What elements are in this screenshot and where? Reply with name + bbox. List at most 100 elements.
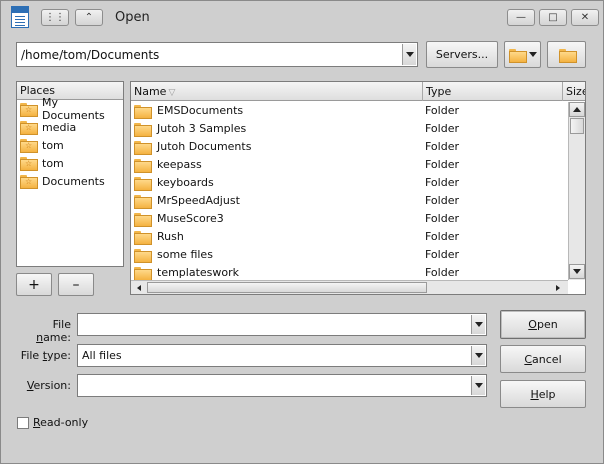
file-type: Folder (425, 230, 459, 243)
label-mnemonic: n (36, 331, 44, 344)
label-part: File (52, 318, 71, 331)
file-name-combobox[interactable] (77, 313, 487, 336)
close-button[interactable]: ✕ (571, 9, 599, 26)
folder-up-icon (508, 48, 527, 63)
horizontal-scroll-thumb[interactable] (147, 282, 427, 293)
maximize-icon: □ (548, 12, 558, 23)
label-part: ersion: (33, 379, 72, 392)
file-row[interactable]: MuseScore3 Folder (131, 210, 568, 228)
file-row[interactable]: some files Folder (131, 246, 568, 264)
writer-document-icon (11, 6, 29, 28)
label-part: File (20, 349, 43, 362)
place-item-tom-2[interactable]: ☆ tom (17, 154, 123, 172)
file-type: Folder (425, 266, 459, 279)
vertical-scroll-thumb[interactable] (570, 118, 584, 134)
file-row[interactable]: Jutoh Documents Folder (131, 138, 568, 156)
folder-icon (134, 122, 152, 137)
folder-icon (134, 248, 152, 263)
chevron-down-icon (474, 353, 483, 358)
file-type: Folder (425, 212, 459, 225)
label-part: ype: (47, 349, 71, 362)
file-row[interactable]: Rush Folder (131, 228, 568, 246)
new-folder-button[interactable] (547, 41, 586, 68)
minus-icon: – (72, 276, 80, 293)
open-label: pen (536, 318, 558, 331)
file-name: keyboards (157, 176, 214, 189)
shade-button[interactable]: ⌃ (75, 9, 103, 26)
title-bar[interactable]: ⋮⋮ ⌃ Open — □ ✕ (1, 1, 603, 35)
minimize-button[interactable]: — (507, 9, 535, 26)
scroll-down-button[interactable] (569, 264, 585, 279)
chevron-down-icon (474, 383, 483, 388)
place-item-my-documents[interactable]: ☆ My Documents (17, 96, 123, 122)
open-dialog: ⋮⋮ ⌃ Open — □ ✕ /home/tom/Documents Serv… (0, 0, 604, 464)
column-header-name[interactable]: Name ▽ (131, 82, 423, 101)
column-name-label: Name (134, 85, 167, 98)
window-title: Open (115, 10, 150, 25)
column-type-label: Type (426, 85, 452, 98)
read-only-label[interactable]: Read-only (33, 416, 88, 429)
sort-indicator-icon: ▽ (168, 88, 176, 98)
column-header-type[interactable]: Type (423, 82, 563, 101)
file-name-label: File name: (15, 318, 71, 344)
chevron-up-icon (573, 107, 581, 112)
servers-button[interactable]: Servers... (426, 41, 498, 68)
place-item-documents[interactable]: ☆ Documents (17, 172, 123, 190)
file-type-dropdown-button[interactable] (471, 346, 485, 365)
help-button[interactable]: Help (500, 380, 586, 408)
read-only-checkbox[interactable] (17, 417, 29, 429)
chevron-right-icon (556, 284, 560, 291)
file-type-value: All files (82, 349, 122, 362)
folder-icon (134, 140, 152, 155)
file-type: Folder (425, 104, 459, 117)
column-header-size[interactable]: Size (563, 82, 585, 101)
path-dropdown-button[interactable] (402, 44, 416, 65)
version-select[interactable] (77, 374, 487, 397)
cancel-button[interactable]: Cancel (500, 345, 586, 373)
maximize-button[interactable]: □ (539, 9, 567, 26)
file-row[interactable]: keepass Folder (131, 156, 568, 174)
file-row[interactable]: keyboards Folder (131, 174, 568, 192)
window-menu-button[interactable]: ⋮⋮ (41, 9, 69, 26)
scroll-right-button[interactable] (551, 282, 565, 293)
add-place-button[interactable]: + (16, 273, 52, 296)
chevron-down-icon (528, 52, 537, 57)
horizontal-scrollbar[interactable] (131, 280, 568, 294)
chevron-down-icon (405, 52, 414, 57)
folder-star-icon: ☆ (20, 121, 38, 135)
cancel-mnemonic: C (524, 352, 533, 366)
minimize-icon: — (516, 12, 526, 23)
dots-icon: ⋮⋮ (45, 12, 65, 23)
scroll-left-button[interactable] (132, 282, 146, 293)
file-row[interactable]: MrSpeedAdjust Folder (131, 192, 568, 210)
cancel-label: ancel (532, 352, 562, 366)
file-row[interactable]: EMSDocuments Folder (131, 102, 568, 120)
vertical-scrollbar[interactable] (568, 102, 585, 280)
file-list[interactable]: Name▽ Type Size EMSDocuments Folder Juto… (130, 81, 586, 295)
folder-star-icon: ☆ (20, 175, 38, 189)
up-folder-button[interactable] (504, 41, 541, 68)
chevron-down-icon (573, 269, 581, 274)
open-button[interactable]: Open (500, 310, 586, 339)
file-type-select[interactable]: All files (77, 344, 487, 367)
path-combobox[interactable]: /home/tom/Documents (16, 42, 418, 67)
folder-star-icon: ☆ (20, 139, 38, 153)
column-size-label: Size (566, 85, 585, 98)
file-type: Folder (425, 140, 459, 153)
file-name: MrSpeedAdjust (157, 194, 240, 207)
place-item-tom[interactable]: ☆ tom (17, 136, 123, 154)
scroll-up-button[interactable] (569, 102, 585, 117)
folder-icon (134, 230, 152, 245)
file-name: Jutoh 3 Samples (157, 122, 247, 135)
label-part: ame: (43, 331, 71, 344)
file-type: Folder (425, 158, 459, 171)
label-part: ead-only (40, 416, 89, 429)
folder-icon (134, 158, 152, 173)
file-name-dropdown-button[interactable] (471, 315, 485, 334)
remove-place-button[interactable]: – (58, 273, 94, 296)
version-dropdown-button[interactable] (471, 376, 485, 395)
path-input[interactable]: /home/tom/Documents (21, 48, 159, 62)
places-panel: Places ☆ My Documents ☆ media ☆ tom ☆ to… (16, 81, 124, 267)
file-row[interactable]: Jutoh 3 Samples Folder (131, 120, 568, 138)
chevron-down-icon (474, 322, 483, 327)
